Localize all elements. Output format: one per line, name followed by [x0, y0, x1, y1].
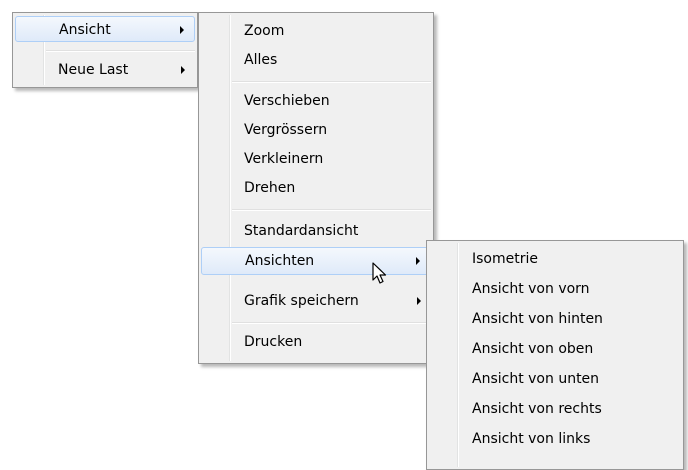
menu-item-label: Standardansicht: [244, 223, 359, 239]
menu-item-label: Neue Last: [58, 62, 129, 78]
menu-separator: [232, 322, 431, 324]
menu-item-drehen[interactable]: Drehen: [201, 175, 431, 201]
submenu-arrow-icon: [417, 297, 421, 305]
menu-item-label: Drehen: [244, 180, 296, 196]
menu-item-ansichten[interactable]: Ansichten: [201, 247, 431, 275]
submenu-arrow-icon: [181, 66, 185, 74]
menu-item-verkleinern[interactable]: Verkleinern: [201, 146, 431, 172]
menu-item-label: Verschieben: [244, 93, 330, 109]
menu-item-label: Ansicht von vorn: [472, 281, 590, 297]
menu-item-isometrie[interactable]: Isometrie: [429, 246, 681, 272]
menu-item-drucken[interactable]: Drucken: [201, 329, 431, 355]
menu-item-ansicht-von-vorn[interactable]: Ansicht von vorn: [429, 276, 681, 302]
menu-item-ansicht-von-oben[interactable]: Ansicht von oben: [429, 336, 681, 362]
menu-separator: [232, 81, 431, 83]
menu-item-ansicht-von-unten[interactable]: Ansicht von unten: [429, 366, 681, 392]
menu-item-ansicht-von-rechts[interactable]: Ansicht von rechts: [429, 396, 681, 422]
submenu-ansicht: Zoom Alles Verschieben Vergrössern Verkl…: [198, 12, 434, 364]
menu-separator: [232, 209, 431, 211]
menu-item-label: Drucken: [244, 334, 303, 350]
menu-item-label: Zoom: [244, 23, 285, 39]
menu-item-label: Ansicht von unten: [472, 371, 600, 387]
menu-item-label: Vergrössern: [244, 122, 328, 138]
menu-item-label: Ansicht von links: [472, 431, 591, 447]
context-menu-main: Ansicht Neue Last: [12, 12, 198, 88]
menu-item-label: Ansicht von rechts: [472, 401, 602, 417]
menu-item-alles[interactable]: Alles: [201, 47, 431, 73]
submenu-arrow-icon: [180, 26, 184, 34]
menu-item-ansicht[interactable]: Ansicht: [15, 16, 195, 42]
menu-item-label: Isometrie: [472, 251, 538, 267]
menu-item-label: Alles: [244, 52, 278, 68]
menu-item-zoom[interactable]: Zoom: [201, 18, 431, 44]
menu-separator: [46, 50, 195, 52]
menu-item-label: Ansicht: [59, 22, 111, 38]
menu-item-label: Ansichten: [245, 253, 315, 269]
menu-item-grafik-speichern[interactable]: Grafik speichern: [201, 288, 431, 314]
menu-item-label: Verkleinern: [244, 151, 324, 167]
menu-item-label: Ansicht von oben: [472, 341, 594, 357]
submenu-ansichten: Isometrie Ansicht von vorn Ansicht von h…: [426, 240, 684, 470]
menu-item-ansicht-von-hinten[interactable]: Ansicht von hinten: [429, 306, 681, 332]
menu-item-verschieben[interactable]: Verschieben: [201, 88, 431, 114]
menu-item-label: Ansicht von hinten: [472, 311, 603, 327]
menu-item-vergroessern[interactable]: Vergrössern: [201, 117, 431, 143]
menu-item-neue-last[interactable]: Neue Last: [15, 57, 195, 83]
mouse-pointer-icon: [372, 262, 387, 284]
menu-item-label: Grafik speichern: [244, 293, 359, 309]
menu-item-standardansicht[interactable]: Standardansicht: [201, 218, 431, 244]
submenu-arrow-icon: [416, 257, 420, 265]
menu-item-ansicht-von-links[interactable]: Ansicht von links: [429, 426, 681, 452]
